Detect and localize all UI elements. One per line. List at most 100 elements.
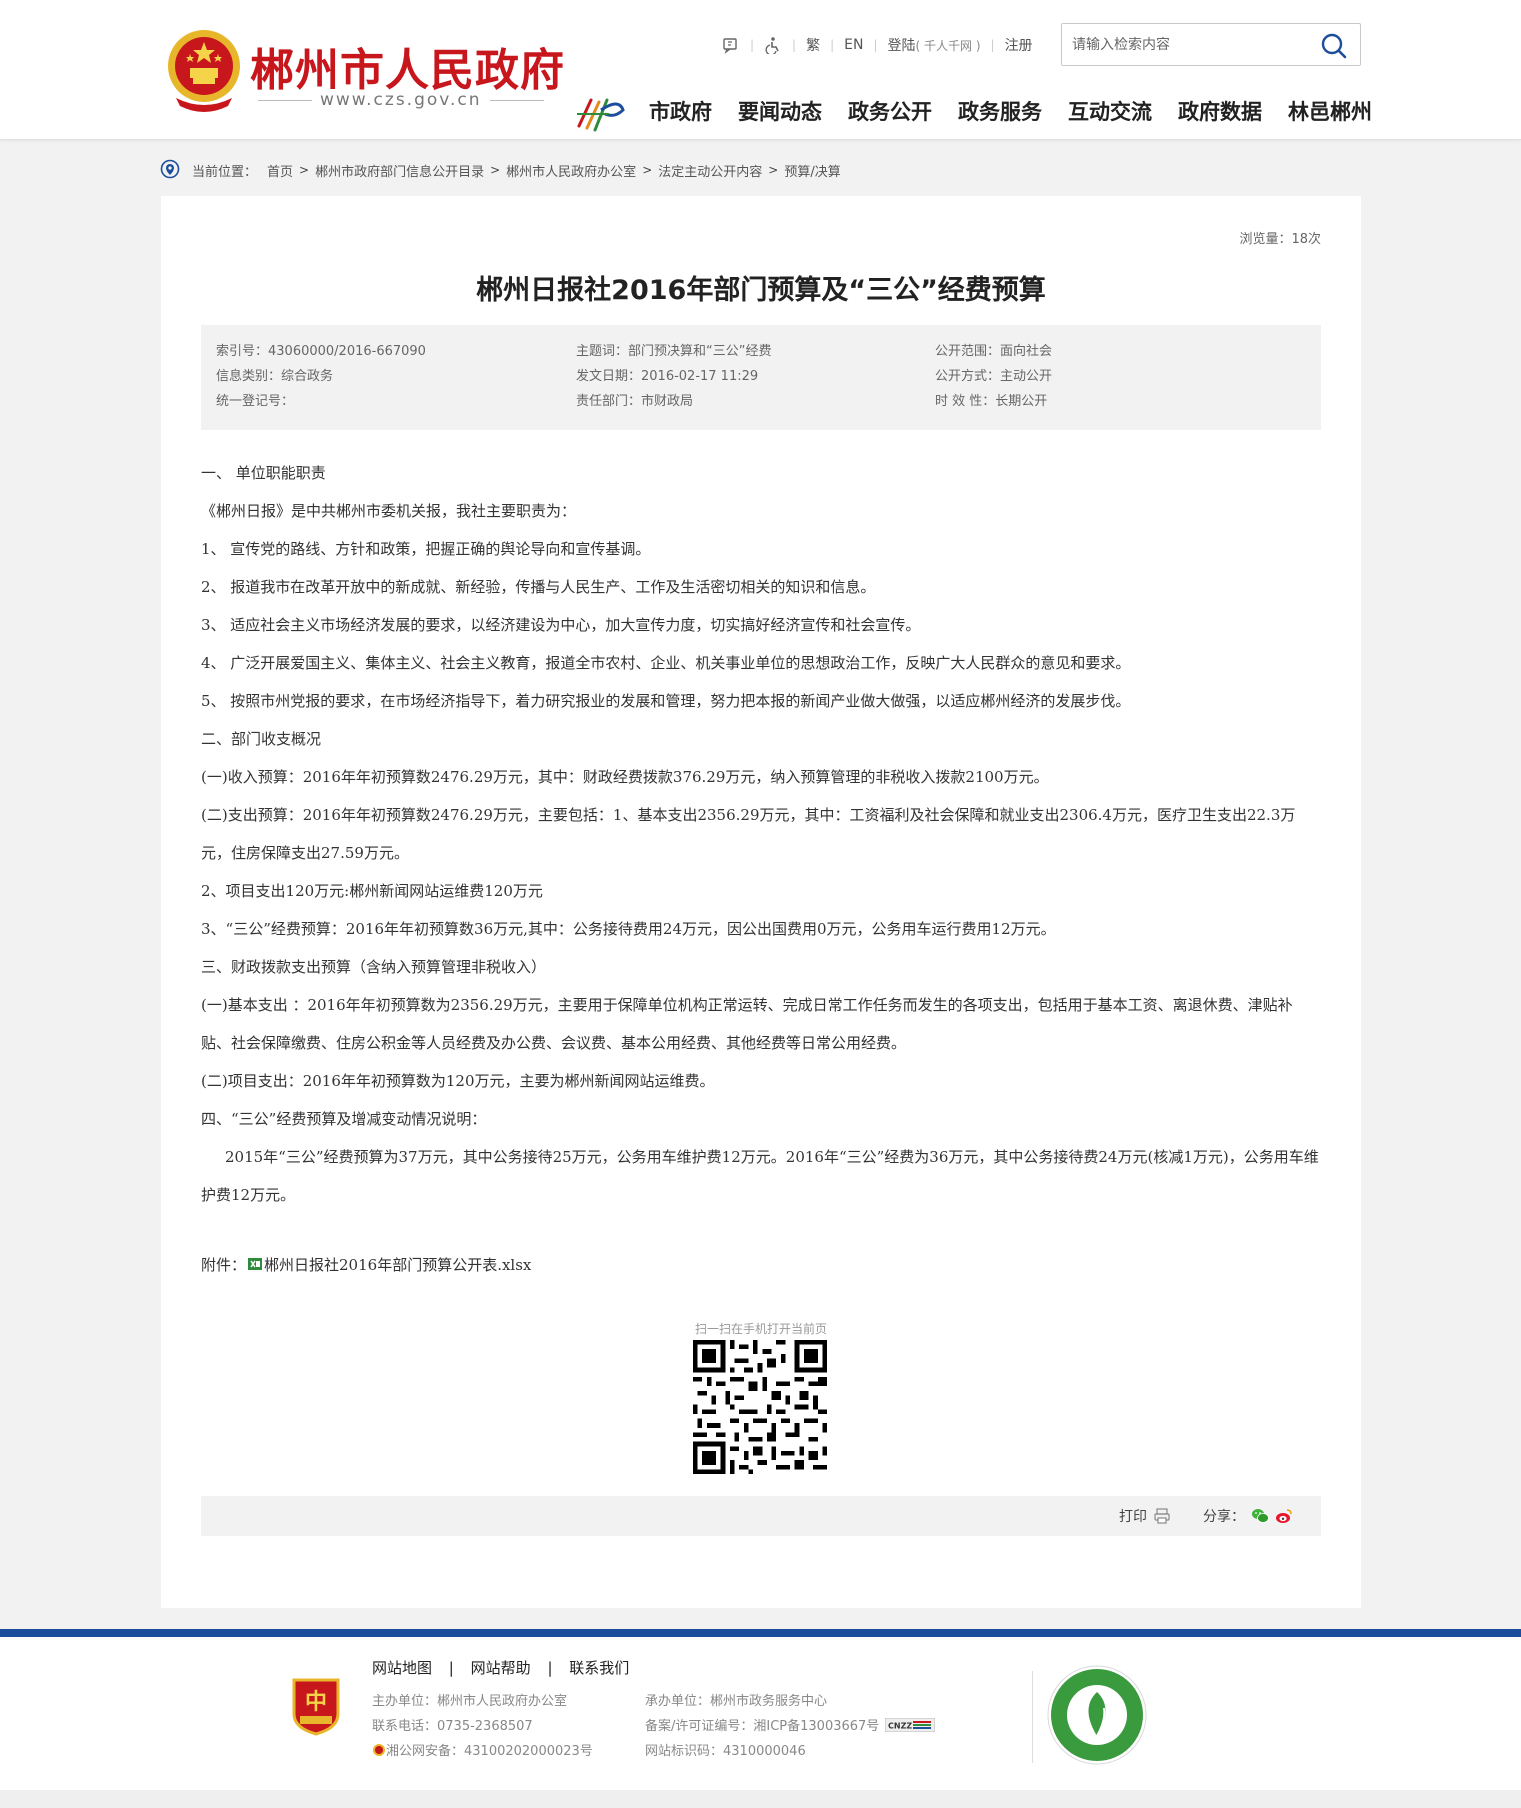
meta-validity: 时 效 性：长期公开: [935, 394, 1048, 409]
body-paragraph: 四、“三公”经费预算及增减变动情况说明：: [201, 1110, 487, 1128]
body-paragraph: 一、 单位职能职责: [201, 464, 326, 482]
article-toolbar: 打印 分享：: [201, 1496, 1321, 1536]
login-sub-label: ( 千人千网 ): [915, 38, 981, 53]
search-box: [1061, 23, 1361, 66]
body-paragraph: 三、财政拨款支出预算（含纳入预算管理非税收入）: [201, 958, 547, 976]
accessibility-icon[interactable]: [764, 36, 782, 54]
meta-method: 公开方式：主动公开: [935, 369, 1053, 384]
breadcrumb: 当前位置： 首页 > 郴州市政府部门信息公开目录 > 郴州市人民政府办公室 > …: [160, 158, 841, 182]
attachment: 附件： 郴州日报社2016年部门预算公开表.xlsx: [201, 1254, 531, 1275]
article-body: 一、 单位职能职责 《郴州日报》是中共郴州市委机关报，我社主要职责为： 1、 宣…: [201, 454, 1321, 1214]
site-footer: 中 网站地图 | 网站帮助 | 联系我们 主办单位：郴州市人民政府办公室 联系电…: [0, 1637, 1521, 1790]
article-title: 郴州日报社2016年部门预算及“三公”经费预算: [476, 275, 1046, 306]
main-nav: 市政府 要闻动态 政务公开 政务服务 互动交流 政府数据 林邑郴州: [649, 96, 1372, 126]
meta-reg-no: 统一登记号：: [216, 394, 295, 409]
body-paragraph: 2015年“三公”经费预算为37万元，其中公务接待25万元，公务用车维护费12万…: [201, 1148, 1319, 1204]
footer-link-separator: |: [547, 1659, 553, 1677]
breadcrumb-separator: >: [768, 163, 779, 177]
print-label: 打印: [1119, 1509, 1147, 1525]
meta-topic: 主题词：部门预决算和“三公”经费: [576, 344, 772, 359]
footer-site-code: 网站标识码：4310000046: [645, 1744, 806, 1759]
footer-divider: [1032, 1671, 1033, 1763]
nav-linyi-chenzhou[interactable]: 林邑郴州: [1288, 96, 1372, 126]
footer-phone: 联系电话：0735-2368507: [372, 1719, 533, 1734]
footer-info-right: 承办单位：郴州市政务服务中心 备案/许可证编号：湘ICP备13003667号 CN…: [645, 1689, 936, 1764]
nav-gov-data[interactable]: 政府数据: [1178, 96, 1262, 126]
excel-file-icon: [248, 1258, 263, 1270]
breadcrumb-separator: >: [642, 163, 653, 177]
bottom-strip: [0, 1790, 1521, 1808]
qr-code: [693, 1340, 827, 1474]
site-title[interactable]: 郴州市人民政府: [250, 34, 565, 98]
top-links: | | 繁 | EN | 登陆 ( 千人千网 ) | 注册: [722, 35, 1033, 55]
attachment-label: 附件：: [201, 1256, 247, 1274]
cnzz-badge-icon[interactable]: CNZZ: [885, 1718, 936, 1732]
english-link[interactable]: EN: [844, 37, 863, 53]
body-paragraph: 5、 按照市州党报的要求，在市场经济指导下，着力研究报业的发展和管理，努力把本报…: [201, 692, 1131, 710]
search-input[interactable]: [1072, 34, 1312, 56]
breadcrumb-directory[interactable]: 郴州市政府部门信息公开目录: [315, 161, 484, 180]
breadcrumb-mandatory-content[interactable]: 法定主动公开内容: [658, 161, 762, 180]
site-url: www.czs.gov.cn: [250, 90, 546, 110]
footer-link-help[interactable]: 网站帮助: [471, 1659, 531, 1677]
view-count: 浏览量：18次: [1239, 232, 1321, 247]
national-emblem-icon[interactable]: [166, 28, 242, 112]
meta-index-no: 索引号：43060000/2016-667090: [216, 344, 426, 359]
qr-caption: 扫一扫在手机打开当前页: [694, 1322, 827, 1336]
chenzhou-logo-icon: [577, 98, 625, 132]
svg-text:CNZZ: CNZZ: [888, 1722, 912, 1731]
footer-link-separator: |: [448, 1659, 454, 1677]
location-pin-icon: [160, 159, 180, 179]
traditional-chinese-link[interactable]: 繁: [806, 35, 820, 55]
police-badge-icon: [373, 1744, 385, 1756]
body-paragraph: 3、 适应社会主义市场经济发展的要求，以经济建设为中心，加大宣传力度，切实搞好经…: [201, 616, 921, 634]
nav-interaction[interactable]: 互动交流: [1068, 96, 1152, 126]
body-paragraph: (一)基本支出 ：2016年年初预算数为2356.29万元，主要用于保障单位机构…: [201, 996, 1293, 1052]
voice-reader-icon[interactable]: [722, 36, 740, 54]
wechat-share-icon[interactable]: [1251, 1507, 1269, 1525]
register-link[interactable]: 注册: [1005, 35, 1033, 55]
body-paragraph: 2、 报道我市在改革开放中的新成就、新经验，传播与人民生产、工作及生活密切相关的…: [201, 578, 876, 596]
body-paragraph: (一)收入预算：2016年年初预算数2476.29万元，其中：财政经费拨款376…: [201, 768, 1049, 786]
svg-text:中: 中: [305, 1690, 327, 1715]
breadcrumb-separator: >: [490, 163, 501, 177]
printer-icon: [1154, 1508, 1170, 1524]
login-link[interactable]: 登陆: [888, 35, 916, 55]
footer-host: 主办单位：郴州市人民政府办公室: [372, 1694, 568, 1709]
meta-category: 信息类别：综合政务: [216, 369, 334, 384]
body-paragraph: 2、项目支出120万元:郴州新闻网站运维费120万元: [201, 882, 543, 900]
body-paragraph: 《郴州日报》是中共郴州市委机关报，我社主要职责为：: [201, 502, 577, 520]
breadcrumb-office[interactable]: 郴州市人民政府办公室: [506, 161, 636, 180]
footer-icp[interactable]: 备案/许可证编号：湘ICP备13003667号: [645, 1719, 879, 1734]
meta-dept: 责任部门：市财政局: [576, 394, 694, 409]
search-icon[interactable]: [1320, 32, 1348, 60]
article-meta: 索引号：43060000/2016-667090 信息类别：综合政务 统一登记号…: [201, 325, 1321, 430]
footer-undertaker: 承办单位：郴州市政务服务中心: [645, 1694, 828, 1709]
civilization-emblem-icon[interactable]: [1046, 1664, 1148, 1766]
footer-links: 网站地图 | 网站帮助 | 联系我们: [372, 1657, 629, 1678]
meta-date: 发文日期：2016-02-17 11:29: [576, 369, 759, 384]
nav-gov-services[interactable]: 政务服务: [958, 96, 1042, 126]
body-paragraph: 1、 宣传党的路线、方针和政策，把握正确的舆论导向和宣传基调。: [201, 540, 651, 558]
attachment-link[interactable]: 郴州日报社2016年部门预算公开表.xlsx: [264, 1256, 531, 1274]
nav-city-gov[interactable]: 市政府: [649, 96, 712, 126]
footer-police-record[interactable]: 湘公网安备：43100202000023号: [386, 1744, 593, 1759]
body-paragraph: 二、部门收支概况: [201, 730, 322, 748]
footer-accent-bar: [0, 1629, 1521, 1637]
article-card: 浏览量：18次 郴州日报社2016年部门预算及“三公”经费预算 索引号：4306…: [161, 196, 1361, 1608]
party-gov-badge-icon[interactable]: 中: [290, 1674, 342, 1736]
share-bar: 分享：: [1203, 1506, 1293, 1526]
share-label: 分享：: [1203, 1509, 1245, 1525]
nav-gov-affairs-public[interactable]: 政务公开: [848, 96, 932, 126]
print-button[interactable]: 打印: [1119, 1506, 1171, 1526]
body-paragraph: 4、 广泛开展爱国主义、集体主义、社会主义教育，报道全市农村、企业、机关事业单位…: [201, 654, 1131, 672]
nav-news[interactable]: 要闻动态: [738, 96, 822, 126]
footer-info-left: 主办单位：郴州市人民政府办公室 联系电话：0735-2368507 湘公网安备：…: [372, 1689, 593, 1764]
footer-link-sitemap[interactable]: 网站地图: [372, 1659, 432, 1677]
breadcrumb-budget[interactable]: 预算/决算: [784, 161, 840, 180]
body-paragraph: (二)支出预算：2016年年初预算数2476.29万元，主要包括：1、基本支出2…: [201, 806, 1296, 862]
footer-link-contact[interactable]: 联系我们: [569, 1659, 629, 1677]
breadcrumb-home[interactable]: 首页: [267, 161, 293, 180]
weibo-share-icon[interactable]: [1275, 1507, 1293, 1525]
site-header: 郴州市人民政府 www.czs.gov.cn | | 繁 | EN | 登陆 (…: [0, 0, 1521, 140]
